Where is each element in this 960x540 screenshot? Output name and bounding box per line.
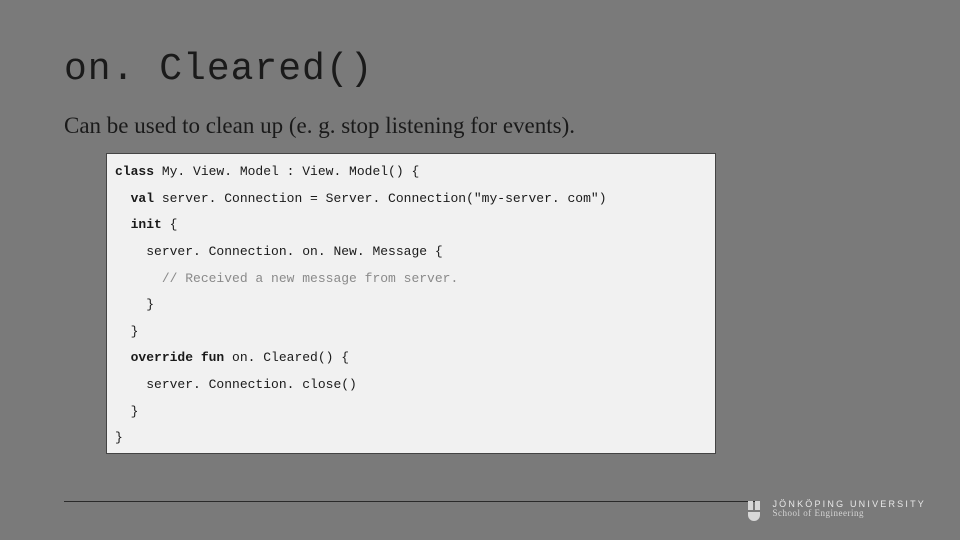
subtitle-text: Can be used to clean up (e. g. stop list…: [64, 113, 896, 139]
code-text: server. Connection = Server. Connection(…: [154, 191, 606, 206]
code-block: class My. View. Model : View. Model() { …: [106, 153, 716, 454]
code-keyword: override fun: [131, 350, 225, 365]
school-name: School of Engineering: [772, 509, 926, 518]
code-text: }: [115, 430, 123, 445]
brand-text: JÖNKÖPING UNIVERSITY School of Engineeri…: [772, 500, 926, 519]
university-logo-icon: [746, 500, 764, 522]
page-title: on. Cleared(): [64, 48, 896, 91]
code-text: {: [162, 217, 178, 232]
slide: on. Cleared() Can be used to clean up (e…: [0, 0, 960, 540]
code-comment: // Received a new message from server.: [162, 271, 458, 286]
code-keyword: val: [131, 191, 154, 206]
code-text: }: [146, 297, 154, 312]
code-text: server. Connection. close(): [146, 377, 357, 392]
code-text: }: [131, 404, 139, 419]
code-text: My. View. Model : View. Model() {: [154, 164, 419, 179]
footer-divider: [64, 501, 760, 502]
code-keyword: class: [115, 164, 154, 179]
code-text: on. Cleared() {: [224, 350, 349, 365]
code-keyword: init: [131, 217, 162, 232]
footer-brand: JÖNKÖPING UNIVERSITY School of Engineeri…: [746, 500, 926, 522]
code-text: }: [131, 324, 139, 339]
code-text: server. Connection. on. New. Message {: [146, 244, 442, 259]
